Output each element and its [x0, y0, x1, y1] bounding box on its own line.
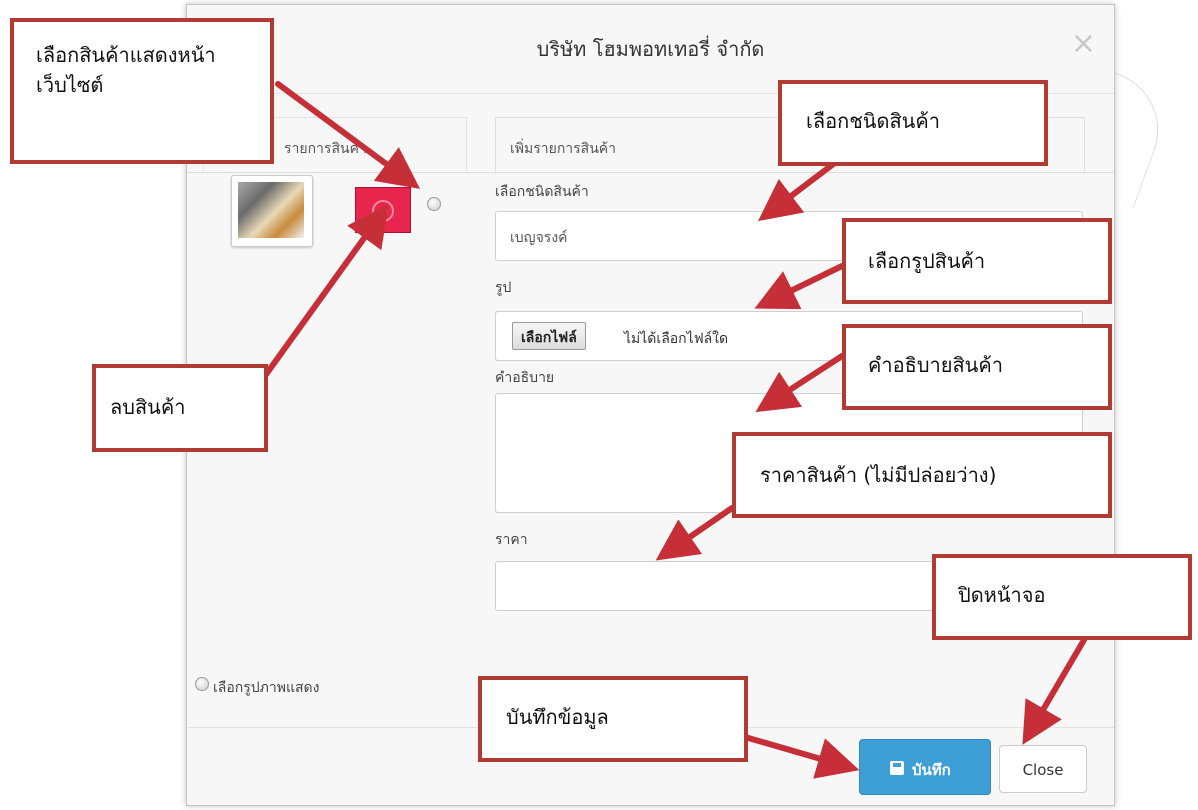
- modal-title: บริษัท โฮมพอทเทอรี่ จำกัด: [536, 37, 765, 61]
- close-x-icon[interactable]: ×: [1071, 29, 1096, 59]
- callout-product-description: คำอธิบายสินค้า: [842, 324, 1112, 410]
- image-label: รูป: [495, 280, 512, 296]
- product-image: [238, 182, 304, 238]
- minus-circle-icon: [372, 200, 394, 222]
- save-button-label: บันทึก: [912, 761, 951, 779]
- callout-select-for-website: เลือกสินค้าแสดงหน้าเว็บไซต์: [10, 18, 274, 164]
- callout-close-screen: ปิดหน้าจอ: [932, 554, 1192, 640]
- callout-product-price: ราคาสินค้า (ไม่มีปล่อยว่าง): [732, 432, 1112, 518]
- callout-select-product-image: เลือกรูปสินค้า: [842, 218, 1112, 304]
- choose-file-button[interactable]: เลือกไฟล์: [512, 322, 586, 350]
- product-type-label: เลือกชนิดสินค้า: [495, 184, 589, 200]
- floppy-disk-icon: [890, 761, 904, 775]
- delete-product-button[interactable]: [355, 187, 411, 233]
- select-display-image-radio[interactable]: [195, 677, 209, 691]
- callout-save-data: บันทึกข้อมูล: [478, 676, 748, 762]
- close-button[interactable]: Close: [999, 745, 1087, 793]
- price-label: ราคา: [495, 532, 528, 548]
- file-status-text: ไม่ได้เลือกไฟล์ใด: [624, 331, 729, 347]
- save-button[interactable]: บันทึก: [859, 739, 991, 795]
- show-on-website-radio[interactable]: [427, 197, 441, 211]
- product-thumbnail: [231, 175, 313, 247]
- callout-delete-product: ลบสินค้า: [92, 364, 268, 452]
- select-display-image-label: เลือกรูปภาพแสดง: [213, 680, 320, 696]
- callout-select-product-type: เลือกชนิดสินค้า: [778, 80, 1048, 166]
- description-label: คำอธิบาย: [495, 370, 555, 386]
